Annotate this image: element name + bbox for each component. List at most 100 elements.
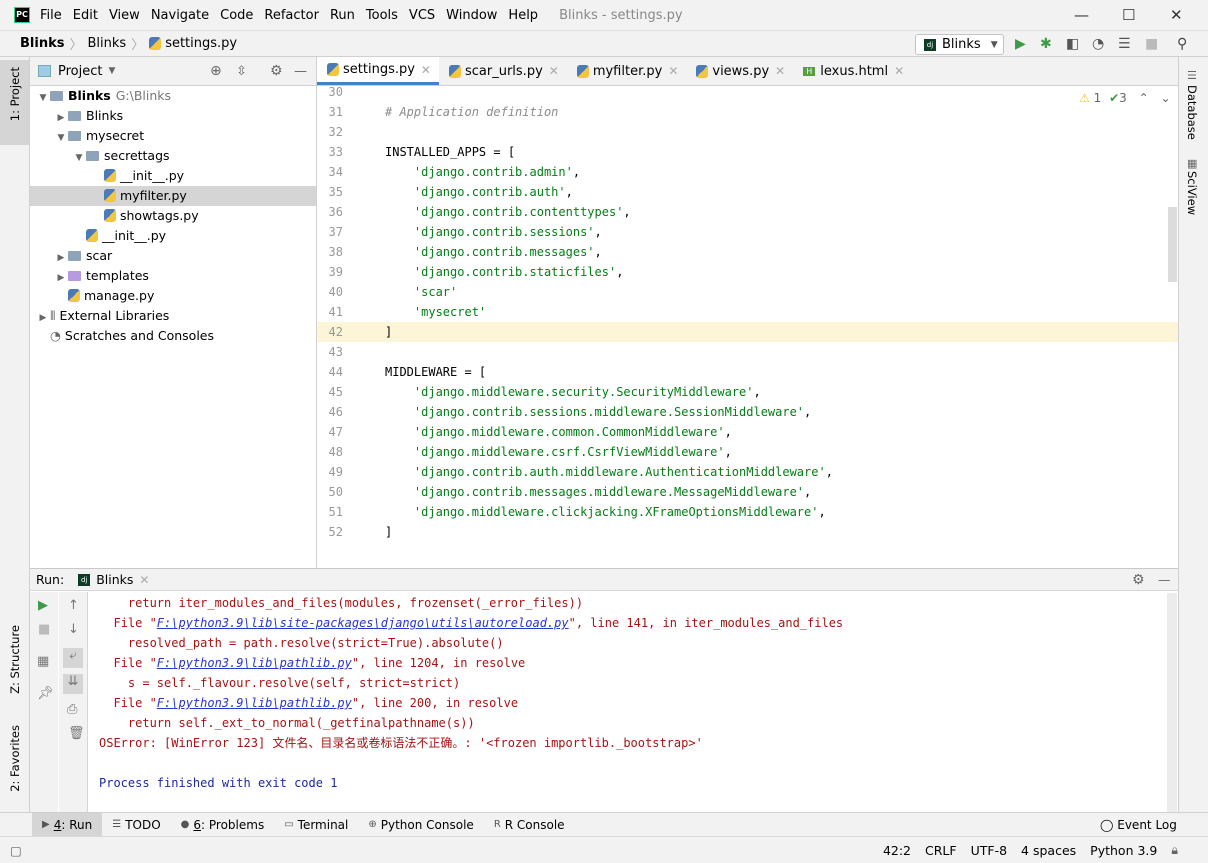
locate-icon[interactable]: ⊕: [210, 63, 222, 79]
close-tab-icon[interactable]: ✕: [139, 573, 149, 587]
menu-window[interactable]: Window: [446, 8, 497, 23]
rerun-icon[interactable]: ▶: [38, 598, 48, 613]
chevron-down-icon[interactable]: ▼: [36, 88, 50, 108]
tab-scar_urls-py[interactable]: scar_urls.py ✕: [439, 57, 567, 85]
tree-item[interactable]: ▼ secrettags: [30, 146, 316, 166]
event-log-button[interactable]: ◯ Event Log: [1100, 818, 1177, 832]
toggle-tool-windows-icon[interactable]: ▢: [10, 843, 22, 858]
project-tool-tab[interactable]: 1: Project: [8, 67, 22, 121]
collapse-all-icon[interactable]: ⇳: [236, 64, 247, 79]
chevron-down-icon[interactable]: ▼: [54, 128, 68, 148]
minimize-button[interactable]: —: [1074, 6, 1089, 24]
menu-help[interactable]: Help: [508, 8, 538, 23]
inspection-widget[interactable]: ⚠ 1 ✔3 ⌃ ⌄: [1079, 91, 1171, 105]
tree-item[interactable]: __init__.py: [30, 166, 316, 186]
gear-icon[interactable]: ⚙: [1132, 572, 1145, 588]
profile-icon[interactable]: ◔: [1092, 36, 1104, 52]
bottom-tab-run[interactable]: ▶ 4: Run: [32, 812, 103, 837]
tree-item[interactable]: ▶ scar: [30, 246, 316, 266]
breadcrumb-item[interactable]: settings.py: [165, 36, 237, 51]
structure-tool-tab[interactable]: Z: Structure: [8, 625, 22, 694]
tree-item[interactable]: showtags.py: [30, 206, 316, 226]
file-encoding[interactable]: UTF-8: [971, 843, 1007, 858]
chevron-right-icon[interactable]: ▶: [54, 248, 68, 268]
maximize-button[interactable]: ☐: [1122, 6, 1135, 24]
soft-wrap-icon[interactable]: ⤶: [63, 648, 83, 668]
database-tool-tab[interactable]: Database: [1185, 85, 1199, 140]
tree-item[interactable]: ▶ templates: [30, 266, 316, 286]
sciview-tool-tab[interactable]: SciView: [1185, 171, 1199, 215]
lock-icon[interactable]: 🔒︎: [1171, 842, 1178, 858]
menu-vcs[interactable]: VCS: [409, 8, 435, 23]
tree-item[interactable]: ▶ Blinks: [30, 106, 316, 126]
hide-icon[interactable]: —: [294, 64, 307, 79]
next-highlight-icon[interactable]: ⌄: [1160, 91, 1170, 105]
menu-code[interactable]: Code: [220, 8, 253, 23]
layout-icon[interactable]: ▦: [37, 654, 49, 669]
trash-icon[interactable]: 🗑︎: [68, 726, 85, 741]
chevron-right-icon[interactable]: ▶: [54, 108, 68, 128]
console-scrollbar[interactable]: [1167, 593, 1177, 813]
run-icon[interactable]: ▶: [1015, 36, 1026, 52]
chevron-down-icon[interactable]: ▼: [108, 66, 115, 76]
close-tab-icon[interactable]: ✕: [894, 64, 904, 78]
bottom-tab-rconsole[interactable]: R R Console: [484, 813, 575, 837]
tree-item[interactable]: myfilter.py: [30, 186, 316, 206]
chevron-right-icon[interactable]: ▶: [36, 308, 50, 328]
bottom-tab-problems[interactable]: ● 6: Problems: [171, 813, 275, 837]
stop-icon[interactable]: ■: [1145, 36, 1158, 52]
tree-item[interactable]: __init__.py: [30, 226, 316, 246]
line-separator[interactable]: CRLF: [925, 843, 957, 858]
file-link[interactable]: F:\python3.9\lib\pathlib.py: [157, 696, 352, 710]
arrow-up-icon[interactable]: ↑: [68, 598, 79, 613]
tab-settings-py[interactable]: settings.py ✕: [317, 57, 439, 85]
menu-tools[interactable]: Tools: [366, 8, 398, 23]
coverage-icon[interactable]: ◧: [1066, 36, 1079, 52]
tab-views-py[interactable]: views.py ✕: [686, 57, 793, 85]
menu-view[interactable]: View: [109, 8, 140, 23]
favorites-tool-tab[interactable]: 2: Favorites: [8, 725, 22, 792]
print-icon[interactable]: ⎙: [67, 702, 77, 717]
chevron-right-icon[interactable]: ▶: [54, 268, 68, 288]
file-link[interactable]: F:\python3.9\lib\site-packages\django\ut…: [157, 616, 569, 630]
menu-navigate[interactable]: Navigate: [151, 8, 209, 23]
stop-icon[interactable]: ■: [38, 622, 50, 637]
close-tab-icon[interactable]: ✕: [421, 63, 431, 77]
bottom-tab-terminal[interactable]: ▭ Terminal: [274, 813, 358, 837]
previous-highlight-icon[interactable]: ⌃: [1139, 91, 1149, 105]
close-tab-icon[interactable]: ✕: [668, 64, 678, 78]
gear-icon[interactable]: ⚙: [270, 63, 283, 79]
caret-position[interactable]: 42:2: [883, 843, 911, 858]
project-view-select[interactable]: Project: [58, 64, 102, 79]
tab-myfilter-py[interactable]: myfilter.py ✕: [567, 57, 687, 85]
run-tasks-icon[interactable]: ☰: [1118, 36, 1131, 52]
arrow-down-icon[interactable]: ↓: [68, 622, 79, 637]
close-tab-icon[interactable]: ✕: [549, 64, 559, 78]
tree-item[interactable]: ◔ Scratches and Consoles: [30, 326, 316, 346]
pin-icon[interactable]: 📌︎: [37, 686, 54, 701]
bottom-tab-todo[interactable]: ☰ TODO: [102, 813, 170, 837]
menu-refactor[interactable]: Refactor: [264, 8, 319, 23]
run-tab-blinks[interactable]: dj Blinks ✕: [78, 572, 149, 587]
scroll-to-end-icon[interactable]: ⇊: [63, 674, 83, 694]
breadcrumb-item[interactable]: Blinks: [87, 36, 126, 51]
code-area[interactable]: 30 31 # Application definition 32 33 INSTALLE…: [317, 86, 1178, 568]
search-icon[interactable]: ⚲: [1177, 36, 1187, 52]
tree-item[interactable]: ▼ mysecret: [30, 126, 316, 146]
hide-icon[interactable]: —: [1158, 572, 1171, 587]
tree-item[interactable]: ▼ Blinks G:\Blinks: [30, 86, 316, 106]
menu-file[interactable]: File: [40, 8, 62, 23]
close-tab-icon[interactable]: ✕: [775, 64, 785, 78]
bottom-tab-pythonconsole[interactable]: ⊕ Python Console: [358, 813, 483, 837]
tree-item[interactable]: ▶ ⦀ External Libraries: [30, 306, 316, 326]
file-link[interactable]: F:\python3.9\lib\pathlib.py: [157, 656, 352, 670]
tab-lexus-html[interactable]: Hlexus.html ✕: [793, 57, 912, 85]
menu-edit[interactable]: Edit: [73, 8, 98, 23]
breadcrumb-item[interactable]: Blinks: [20, 36, 64, 51]
python-interpreter[interactable]: Python 3.9: [1090, 843, 1157, 858]
close-window-button[interactable]: ✕: [1170, 6, 1183, 24]
run-config-select[interactable]: dj Blinks ▼: [915, 34, 1004, 55]
chevron-down-icon[interactable]: ▼: [72, 148, 86, 168]
debug-icon[interactable]: ✱: [1040, 36, 1052, 52]
indent-setting[interactable]: 4 spaces: [1021, 843, 1076, 858]
